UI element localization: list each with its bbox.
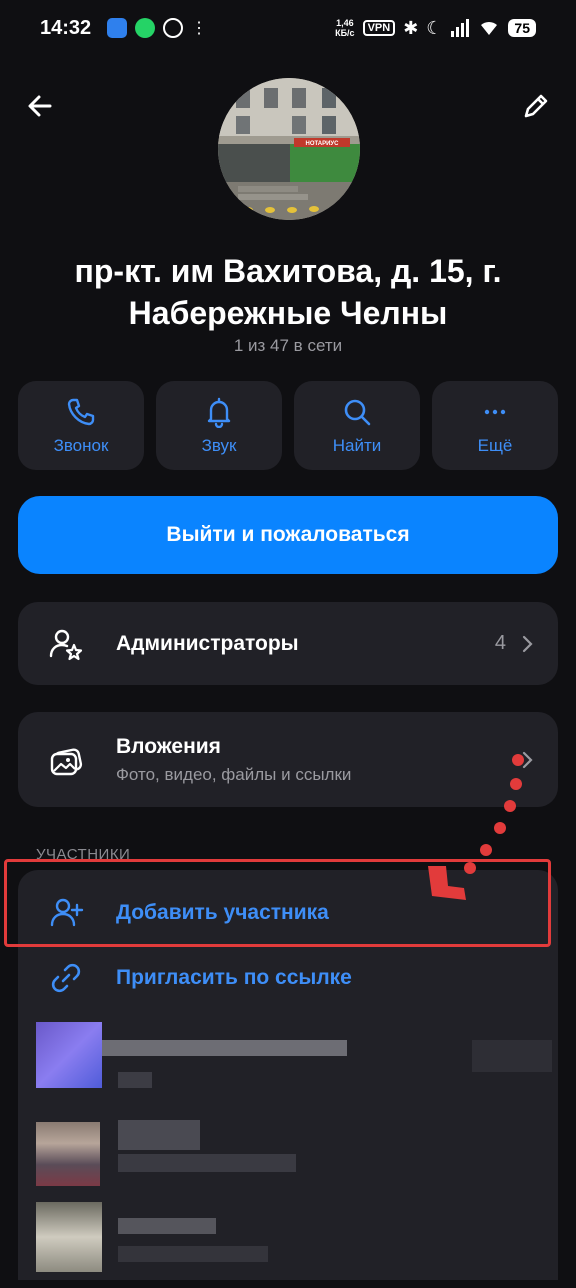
group-title: пр-кт. им Вахитова, д. 15, г. Набережные… [74, 253, 502, 331]
more-label: Ещё [477, 435, 513, 455]
pencil-icon[interactable] [520, 90, 552, 122]
more-icon [484, 409, 506, 414]
member-row-redacted[interactable] [18, 1000, 558, 1090]
member-row-redacted[interactable] [18, 1106, 558, 1196]
wifi-icon [481, 21, 498, 35]
sound-button[interactable]: Звук [156, 381, 282, 470]
messages-app-icon [107, 18, 128, 38]
administrators-label: Администраторы [116, 631, 299, 655]
more-button[interactable]: Ещё [432, 381, 558, 470]
administrators-count: 4 [494, 632, 506, 654]
more-notifications-icon: ⋮ [191, 20, 208, 37]
chrome-icon [163, 18, 184, 38]
online-status: 1 из 47 в сети [233, 336, 343, 355]
status-bar: 14:32 ⋮ 1,46 КБ/с VPN ✱ ☾ 75 [0, 0, 576, 56]
moon-icon: ☾ [426, 17, 443, 38]
member-row-redacted[interactable] [18, 1198, 558, 1288]
invite-link-label: Пригласить по ссылке [116, 966, 352, 989]
status-time: 14:32 [40, 16, 92, 39]
attachments-row[interactable]: Вложения Фото, видео, файлы и ссылки [18, 712, 558, 807]
bluetooth-icon: ✱ [403, 17, 419, 38]
call-button[interactable]: Звонок [18, 381, 144, 470]
attachments-subtitle: Фото, видео, файлы и ссылки [116, 764, 352, 784]
whatsapp-icon [135, 18, 156, 38]
vpn-badge: VPN [362, 20, 396, 36]
bell-icon [207, 397, 231, 428]
call-label: Звонок [53, 435, 109, 455]
avatar-sign-text: НОТАРИУС [306, 141, 340, 147]
leave-and-report-button[interactable]: Выйти и пожаловаться [18, 496, 558, 574]
network-speed: 1,46 КБ/с [335, 18, 355, 38]
chevron-right-icon [522, 635, 533, 652]
search-label: Найти [332, 435, 382, 455]
signal-icon [451, 19, 470, 37]
search-button[interactable]: Найти [294, 381, 420, 470]
arrow-left-icon[interactable] [24, 90, 56, 122]
building-photo: НОТАРИУС [218, 78, 360, 220]
gallery-icon [50, 747, 83, 775]
group-avatar[interactable]: НОТАРИУС [218, 78, 360, 220]
invite-link-button[interactable]: Пригласить по ссылке [18, 948, 558, 1008]
member-avatar [36, 1202, 102, 1272]
member-avatar [36, 1122, 100, 1186]
battery-indicator: 75 [508, 19, 536, 37]
phone-icon [67, 398, 95, 425]
quick-actions: Звонок Звук Найти Ещё [18, 381, 558, 470]
administrators-row[interactable]: Администраторы 4 [18, 602, 558, 685]
attachments-title: Вложения [116, 734, 221, 758]
sound-label: Звук [201, 435, 237, 455]
annotation-highlight-box [4, 859, 551, 947]
admin-star-icon [49, 629, 83, 660]
chevron-right-icon [522, 751, 533, 768]
search-icon [344, 399, 371, 425]
link-icon [51, 963, 81, 993]
member-avatar [36, 1022, 102, 1088]
